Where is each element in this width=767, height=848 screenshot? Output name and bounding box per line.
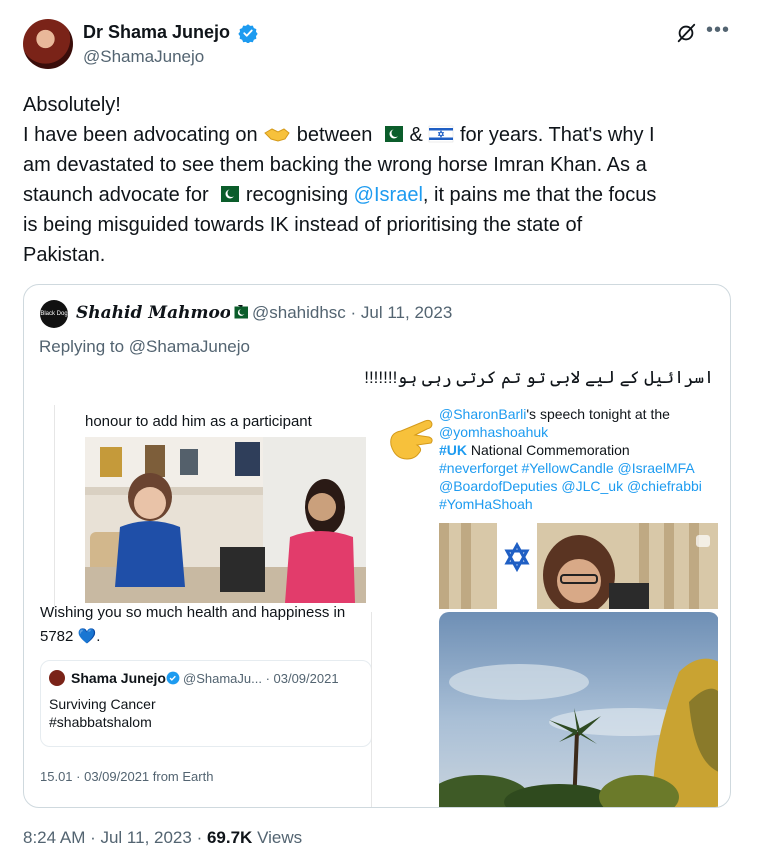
tweet-text-segment: between <box>296 124 373 146</box>
handshake-emoji <box>264 128 290 142</box>
pakistan-flag <box>378 126 403 142</box>
quote-text: اسرائیل کے لیے لابی تو تم کرتی رہی ہو!!!… <box>364 368 714 387</box>
inner-author-name: Shama Junejo <box>71 670 166 686</box>
more-icon[interactable]: ••• <box>706 19 730 42</box>
palm-trees-photo <box>439 612 718 807</box>
media-top-right[interactable]: @SharonBarli's speech tonight at the @yo… <box>383 405 718 609</box>
quote-author-avatar[interactable]: Black Dog <box>40 300 68 328</box>
verified-badge-icon <box>238 24 258 43</box>
yomhashoah-text: 's speech tonight at the <box>526 406 670 422</box>
inner-footer: 15.01 · 03/09/2021 from Earth <box>40 769 214 784</box>
tweet-line-5: is being misguided towards IK instead of… <box>23 214 583 236</box>
pakistan-flag <box>215 186 240 202</box>
israel-flag <box>429 125 454 143</box>
israel-mention-link[interactable]: @Israel <box>354 184 423 206</box>
tweet-text-segment: recognising <box>245 184 349 206</box>
media-top-left[interactable]: honour to add him as a participant <box>40 405 380 609</box>
year-text: 5782 💙. <box>40 628 101 645</box>
quote-author-name[interactable]: Shahid Mahmood <box>76 303 243 323</box>
tweet-text: Absolutely! I have been advocating on be… <box>23 90 738 270</box>
tweet-footer: 8:24 AM · Jul 11, 2023 · 69.7K Views <box>23 828 302 848</box>
media-bottom-left-divider <box>371 612 372 807</box>
author-avatar[interactable] <box>23 19 73 69</box>
tweet-text-segment: staunch advocate for <box>23 184 209 206</box>
views-label: Views <box>252 828 303 847</box>
quote-replying-to[interactable]: Replying to @ShamaJunejo <box>39 337 250 357</box>
yomhashoah-line-5[interactable]: @BoardofDeputies @JLC_uk @chiefrabbi <box>439 477 718 495</box>
author-handle[interactable]: @ShamaJunejo <box>83 47 204 67</box>
cut-wishing-text: Wishing you so much health and happiness… <box>40 604 346 621</box>
sharonbarli-link[interactable]: @SharonBarli <box>439 406 526 422</box>
tweet-line-3: am devastated to see them backing the wr… <box>23 154 647 176</box>
media-top-left-caption: honour to add him as a participant <box>85 413 312 430</box>
yomhashoah-line-4[interactable]: #neverforget #YellowCandle @IsraelMFA <box>439 459 718 477</box>
tweet-line-1: Absolutely! <box>23 94 121 116</box>
inner-handle-date: @ShamaJu... · 03/09/2021 <box>183 671 339 686</box>
video-call-photo <box>439 523 718 609</box>
grok-icon[interactable] <box>675 22 697 44</box>
yomhashoah-line-3: #UK National Commemoration <box>439 441 718 459</box>
tweet-text-segment: , it pains me that the focus <box>422 184 657 206</box>
tweet-line-6: Pakistan. <box>23 244 106 266</box>
inner-line-2: #shabbatshalom <box>49 714 152 730</box>
yomhashoah-line-6[interactable]: #YomHaShoah <box>439 495 718 513</box>
tweet-line-2: I have been advocating on between & for … <box>23 120 738 150</box>
inner-avatar <box>49 670 65 686</box>
tweet-line-4: staunch advocate for recognising @Israel… <box>23 180 738 210</box>
media-bottom-left[interactable]: Wishing you so much health and happiness… <box>40 604 380 807</box>
media-collage[interactable]: honour to add him as a participant @Shar… <box>40 405 718 807</box>
quote-tweet-card[interactable]: Black Dog Shahid Mahmood @shahidhsc · Ju… <box>23 284 731 808</box>
verified-badge-icon <box>166 671 180 685</box>
inner-quote-card[interactable]: Shama Junejo @ShamaJu... · 03/09/2021 Su… <box>40 660 372 747</box>
yomhashoah-line-2: @yomhashoahuk <box>439 423 718 441</box>
yomhashoah-text: National Commemoration <box>467 442 630 458</box>
views-count: 69.7K <box>206 828 253 847</box>
pointing-hand-emoji <box>390 419 433 460</box>
inner-line-1: Surviving Cancer <box>49 696 156 712</box>
meeting-photo <box>85 437 366 603</box>
yomhashoahuk-link[interactable]: @yomhashoahuk <box>439 424 548 440</box>
uk-hashtag-link[interactable]: #UK <box>439 442 467 458</box>
author-display-name[interactable]: Dr Shama Junejo <box>83 22 230 43</box>
tweet-timestamp[interactable]: 8:24 AM · Jul 11, 2023 · <box>23 828 207 847</box>
quote-author-handle-date[interactable]: @shahidhsc · Jul 11, 2023 <box>252 303 452 323</box>
tweet-text-segment: I have been advocating on <box>23 124 258 146</box>
tweet-text-segment: & <box>409 124 423 146</box>
yomhashoah-tweet-text: @SharonBarli's speech tonight at the @yo… <box>439 405 718 513</box>
yomhashoah-line-1: @SharonBarli's speech tonight at the <box>439 405 718 423</box>
media-top-left-divider <box>54 405 55 609</box>
pakistan-flag <box>230 306 248 319</box>
tweet-text-segment: for years. That's why I <box>459 124 655 146</box>
